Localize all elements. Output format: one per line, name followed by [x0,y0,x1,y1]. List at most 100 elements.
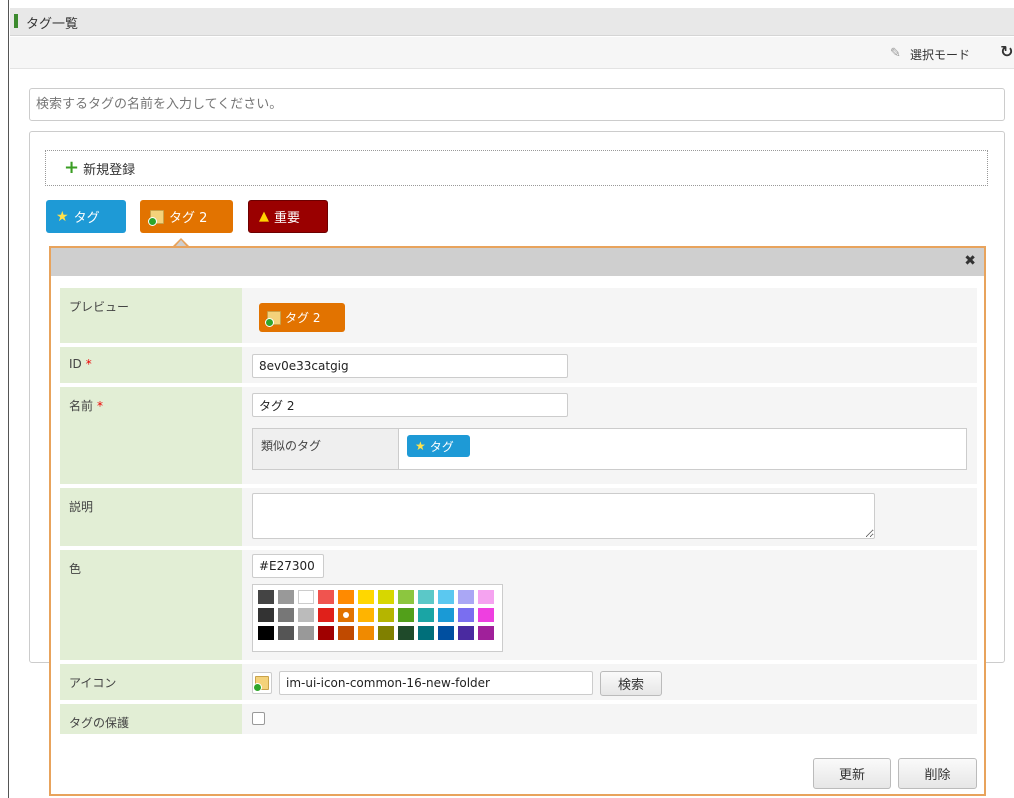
color-swatch[interactable] [438,590,454,604]
color-swatch[interactable] [458,590,474,604]
color-swatch[interactable] [338,626,354,640]
description-row: 説明 [60,488,977,548]
page-title: タグ一覧 [26,17,79,32]
selection-mode-button[interactable]: ✎ 選択モード [890,45,970,63]
color-swatch[interactable] [398,590,414,604]
color-swatch[interactable] [378,608,394,622]
preview-tag: タグ 2 [259,303,345,332]
color-swatch[interactable] [458,626,474,640]
tag-chip[interactable]: ★ タグ [46,200,126,233]
icon-search-button[interactable]: 検索 [600,671,662,696]
similar-tags-box: 類似のタグ ★ タグ [252,428,967,470]
color-palette [252,584,503,652]
delete-button[interactable]: 削除 [898,758,977,789]
color-swatch[interactable] [318,608,334,622]
color-row: 色 [60,550,977,662]
protect-checkbox[interactable] [252,712,265,725]
warning-icon: ▲ [259,209,269,224]
color-swatch[interactable] [418,608,434,622]
color-swatch[interactable] [278,608,294,622]
tag-search-input[interactable] [29,88,1005,121]
color-swatch[interactable] [458,608,474,622]
popup-header: ✖ [51,248,984,276]
color-swatch[interactable] [478,608,494,622]
pencil-icon: ✎ [890,46,901,61]
icon-label: アイコン [60,664,242,700]
name-row: 名前* 類似のタグ ★ タグ [60,387,977,486]
id-row: ID * [60,347,977,385]
similar-tags-label: 類似のタグ [253,429,399,469]
color-swatch[interactable] [338,608,354,622]
color-swatch[interactable] [438,608,454,622]
name-label: 名前 * [60,387,242,484]
color-swatch[interactable] [258,608,274,622]
star-icon: ★ [56,208,69,225]
palette-row [258,608,497,622]
color-swatch[interactable] [418,590,434,604]
color-swatch[interactable] [278,590,294,604]
description-textarea[interactable] [252,493,875,539]
preview-tag-label: タグ 2 [285,311,321,325]
id-label: ID * [60,347,242,383]
window-left-edge [0,0,9,798]
color-swatch[interactable] [378,590,394,604]
tag-chip-label: タグ [73,211,100,226]
id-label-text: ID [69,357,82,371]
star-icon: ★ [415,439,426,453]
close-icon[interactable]: ✖ [964,253,976,269]
color-swatch[interactable] [298,590,314,604]
color-swatch[interactable] [338,590,354,604]
tag-edit-popup: ✖ プレビュー タグ 2 ID* 名前* 類似のタグ ★ タグ [49,246,986,796]
color-swatch[interactable] [298,626,314,640]
icon-preview [252,672,272,694]
refresh-icon[interactable]: ↻ [1000,42,1013,61]
name-label-text: 名前 [69,399,94,413]
new-registration-button[interactable]: + 新規登録 [45,150,988,186]
name-input[interactable] [252,393,568,417]
color-swatch[interactable] [478,626,494,640]
protect-row: タグの保護 [60,704,977,736]
palette-row [258,626,497,640]
tag-chip-selected[interactable]: タグ 2 [140,200,233,233]
color-swatch[interactable] [398,608,414,622]
tag-chip[interactable]: ▲ 重要 [248,200,328,233]
description-label: 説明 [60,488,242,546]
color-swatch[interactable] [418,626,434,640]
update-button[interactable]: 更新 [813,758,891,789]
color-swatch[interactable] [378,626,394,640]
color-label: 色 [60,550,242,660]
selection-mode-label: 選択モード [910,47,971,62]
color-swatch[interactable] [358,626,374,640]
title-marker [14,14,18,28]
icon-row: アイコン 検索 [60,664,977,702]
color-swatch[interactable] [258,590,274,604]
color-swatch[interactable] [298,608,314,622]
palette-row [258,590,497,604]
similar-tag-chip[interactable]: ★ タグ [407,435,470,457]
color-swatch[interactable] [318,590,334,604]
color-input[interactable] [252,554,324,578]
protect-label: タグの保護 [60,704,242,734]
plus-icon: + [64,157,80,178]
color-swatch[interactable] [478,590,494,604]
color-swatch[interactable] [278,626,294,640]
color-swatch[interactable] [358,608,374,622]
tag-chip-label: タグ 2 [169,211,208,226]
folder-new-icon [148,209,164,226]
id-input[interactable] [252,354,568,378]
toolbar: ✎ 選択モード ↻ [10,37,1014,69]
preview-row: プレビュー タグ 2 [60,288,977,345]
tag-chip-label: 重要 [274,211,301,226]
color-swatch[interactable] [258,626,274,640]
color-swatch[interactable] [438,626,454,640]
color-swatch[interactable] [358,590,374,604]
preview-label: プレビュー [60,288,242,343]
folder-new-icon [265,310,281,327]
color-swatch[interactable] [398,626,414,640]
title-bar: タグ一覧 [10,8,1014,36]
icon-input[interactable] [279,671,593,695]
similar-tag-label: タグ [429,439,454,454]
new-registration-label: 新規登録 [83,162,136,178]
color-swatch[interactable] [318,626,334,640]
folder-new-icon [253,676,269,692]
